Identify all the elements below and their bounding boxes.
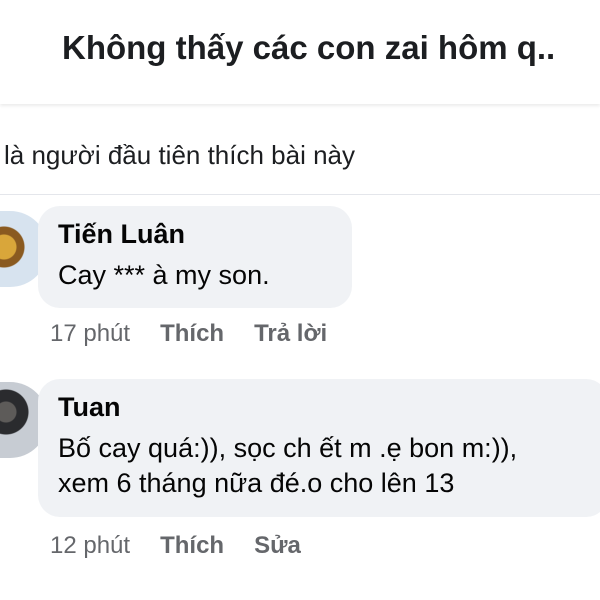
comment-author[interactable]: Tuan (58, 392, 121, 423)
comment-time[interactable]: 12 phút (50, 532, 130, 560)
like-button[interactable]: Thích (160, 532, 224, 560)
comment-line: xem 6 tháng nữa đé.o cho lên 13 (58, 468, 455, 498)
comment-actions: 12 phút Thích Sửa (50, 529, 331, 563)
page-title: Không thấy các con zai hôm q.. (62, 29, 556, 66)
comment-time[interactable]: 17 phút (50, 320, 130, 348)
comment-actions: 17 phút Thích Trả lời (50, 317, 357, 351)
comment-author[interactable]: Tiến Luân (58, 219, 185, 250)
likes-summary[interactable]: là người đầu tiên thích bài này (0, 106, 600, 195)
comment-bubble[interactable]: Tuan Bố cay quá:)), sọc ch ết m .ẹ bon m… (38, 379, 600, 517)
comment-text: Bố cay quá:)), sọc ch ết m .ẹ bon m:)), … (58, 431, 517, 501)
likes-text[interactable]: là người đầu tiên thích bài này (4, 140, 355, 171)
post-header: Không thấy các con zai hôm q.. (0, 0, 600, 104)
comment-line: Cay *** à my son. (58, 260, 270, 290)
like-button[interactable]: Thích (160, 320, 224, 348)
comment-line: Bố cay quá:)), sọc ch ết m .ẹ bon m:)), (58, 433, 518, 463)
comment-bubble[interactable]: Tiến Luân Cay *** à my son. (38, 206, 352, 308)
reply-button[interactable]: Trả lời (254, 320, 327, 348)
facebook-comments-screen: Không thấy các con zai hôm q.. là người … (0, 0, 600, 600)
comment-text: Cay *** à my son. (58, 258, 270, 293)
edit-button[interactable]: Sửa (254, 532, 301, 560)
